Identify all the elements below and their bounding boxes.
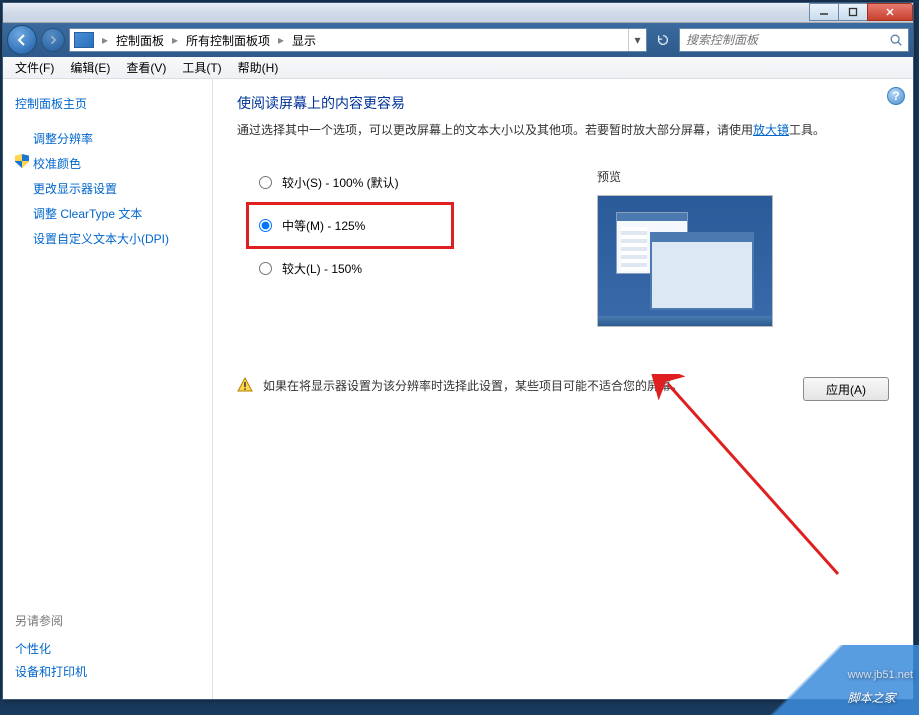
- preview-label: 预览: [597, 168, 889, 185]
- search-icon[interactable]: [884, 33, 908, 47]
- sidebar-link-calibrate[interactable]: 校准颜色: [15, 151, 200, 176]
- sidebar-link-display-settings[interactable]: 更改显示器设置: [15, 176, 200, 201]
- menu-edit[interactable]: 编辑(E): [62, 57, 118, 78]
- menu-file[interactable]: 文件(F): [7, 57, 62, 78]
- radio-medium[interactable]: [259, 219, 272, 232]
- size-options: 较小(S) - 100% (默认) 中等(M) - 125% 较大(L) - 1…: [237, 168, 597, 327]
- maximize-button[interactable]: [838, 3, 868, 21]
- content-area: 控制面板主页 调整分辨率 校准颜色 更改显示器设置 调整 ClearType 文…: [3, 79, 913, 699]
- preview-taskbar: [598, 316, 772, 326]
- address-bar[interactable]: ▸ 控制面板 ▸ 所有控制面板项 ▸ 显示 ▾: [69, 28, 647, 52]
- search-input[interactable]: [680, 33, 884, 47]
- chevron-right-icon[interactable]: ▸: [98, 33, 112, 47]
- close-button[interactable]: [867, 3, 913, 21]
- sidebar-link-dpi[interactable]: 设置自定义文本大小(DPI): [15, 226, 200, 251]
- menu-help[interactable]: 帮助(H): [230, 57, 287, 78]
- nav-back-button[interactable]: [7, 25, 37, 55]
- nav-bar: ▸ 控制面板 ▸ 所有控制面板项 ▸ 显示 ▾: [3, 23, 913, 57]
- option-medium-label: 中等(M) - 125%: [282, 217, 365, 234]
- minimize-button[interactable]: [809, 3, 839, 21]
- sidebar-link-cleartype[interactable]: 调整 ClearType 文本: [15, 201, 200, 226]
- option-small-label: 较小(S) - 100% (默认): [282, 174, 399, 191]
- warning-row: 如果在将显示器设置为该分辨率时选择此设置，某些项目可能不适合您的屏幕。 应用(A…: [237, 377, 889, 401]
- sidebar: 控制面板主页 调整分辨率 校准颜色 更改显示器设置 调整 ClearType 文…: [3, 79, 213, 699]
- sidebar-related-personalization[interactable]: 个性化: [15, 637, 200, 660]
- radio-small[interactable]: [259, 176, 272, 189]
- warning-text: 如果在将显示器设置为该分辨率时选择此设置，某些项目可能不适合您的屏幕。: [263, 377, 769, 394]
- option-large-label: 较大(L) - 150%: [282, 260, 362, 277]
- desc-text-1: 通过选择其中一个选项，可以更改屏幕上的文本大小以及其他项。若要暂时放大部分屏幕，…: [237, 123, 753, 137]
- option-large[interactable]: 较大(L) - 150%: [255, 254, 597, 283]
- sidebar-related-devices[interactable]: 设备和打印机: [15, 660, 200, 683]
- window-buttons: [810, 3, 913, 21]
- page-title: 使阅读屏幕上的内容更容易: [237, 93, 889, 113]
- preview-window-front: [650, 232, 754, 310]
- panel-icon: [74, 32, 94, 48]
- option-small[interactable]: 较小(S) - 100% (默认): [255, 168, 597, 197]
- menu-tools[interactable]: 工具(T): [174, 57, 229, 78]
- help-icon[interactable]: ?: [887, 87, 905, 105]
- search-box[interactable]: [679, 28, 909, 52]
- breadcrumb-root[interactable]: 控制面板: [112, 29, 168, 51]
- desc-text-2: 工具。: [789, 123, 825, 137]
- annotation-arrow: [648, 374, 868, 594]
- radio-large[interactable]: [259, 262, 272, 275]
- menu-view[interactable]: 查看(V): [118, 57, 174, 78]
- titlebar: [3, 3, 913, 23]
- breadcrumb-leaf[interactable]: 显示: [288, 29, 320, 51]
- preview-image: [597, 195, 773, 327]
- nav-forward-button[interactable]: [41, 28, 65, 52]
- sidebar-link-resolution[interactable]: 调整分辨率: [15, 126, 200, 151]
- main-panel: ? 使阅读屏幕上的内容更容易 通过选择其中一个选项，可以更改屏幕上的文本大小以及…: [213, 79, 913, 699]
- warning-icon: [237, 377, 253, 393]
- options-row: 较小(S) - 100% (默认) 中等(M) - 125% 较大(L) - 1…: [237, 168, 889, 327]
- preview-section: 预览: [597, 168, 889, 327]
- chevron-right-icon[interactable]: ▸: [274, 33, 288, 47]
- control-panel-window: ▸ 控制面板 ▸ 所有控制面板项 ▸ 显示 ▾ 文件(F) 编辑(E) 查看(V…: [2, 2, 914, 700]
- magnifier-link[interactable]: 放大镜: [753, 123, 789, 137]
- option-medium[interactable]: 中等(M) - 125%: [255, 211, 445, 240]
- apply-button[interactable]: 应用(A): [803, 377, 889, 401]
- sidebar-home[interactable]: 控制面板主页: [15, 95, 200, 112]
- refresh-button[interactable]: [651, 28, 675, 52]
- address-dropdown[interactable]: ▾: [628, 29, 646, 51]
- page-description: 通过选择其中一个选项，可以更改屏幕上的文本大小以及其他项。若要暂时放大部分屏幕，…: [237, 121, 889, 140]
- menu-bar: 文件(F) 编辑(E) 查看(V) 工具(T) 帮助(H): [3, 57, 913, 79]
- breadcrumb-mid[interactable]: 所有控制面板项: [182, 29, 274, 51]
- chevron-right-icon[interactable]: ▸: [168, 33, 182, 47]
- sidebar-see-also-label: 另请参阅: [15, 612, 200, 629]
